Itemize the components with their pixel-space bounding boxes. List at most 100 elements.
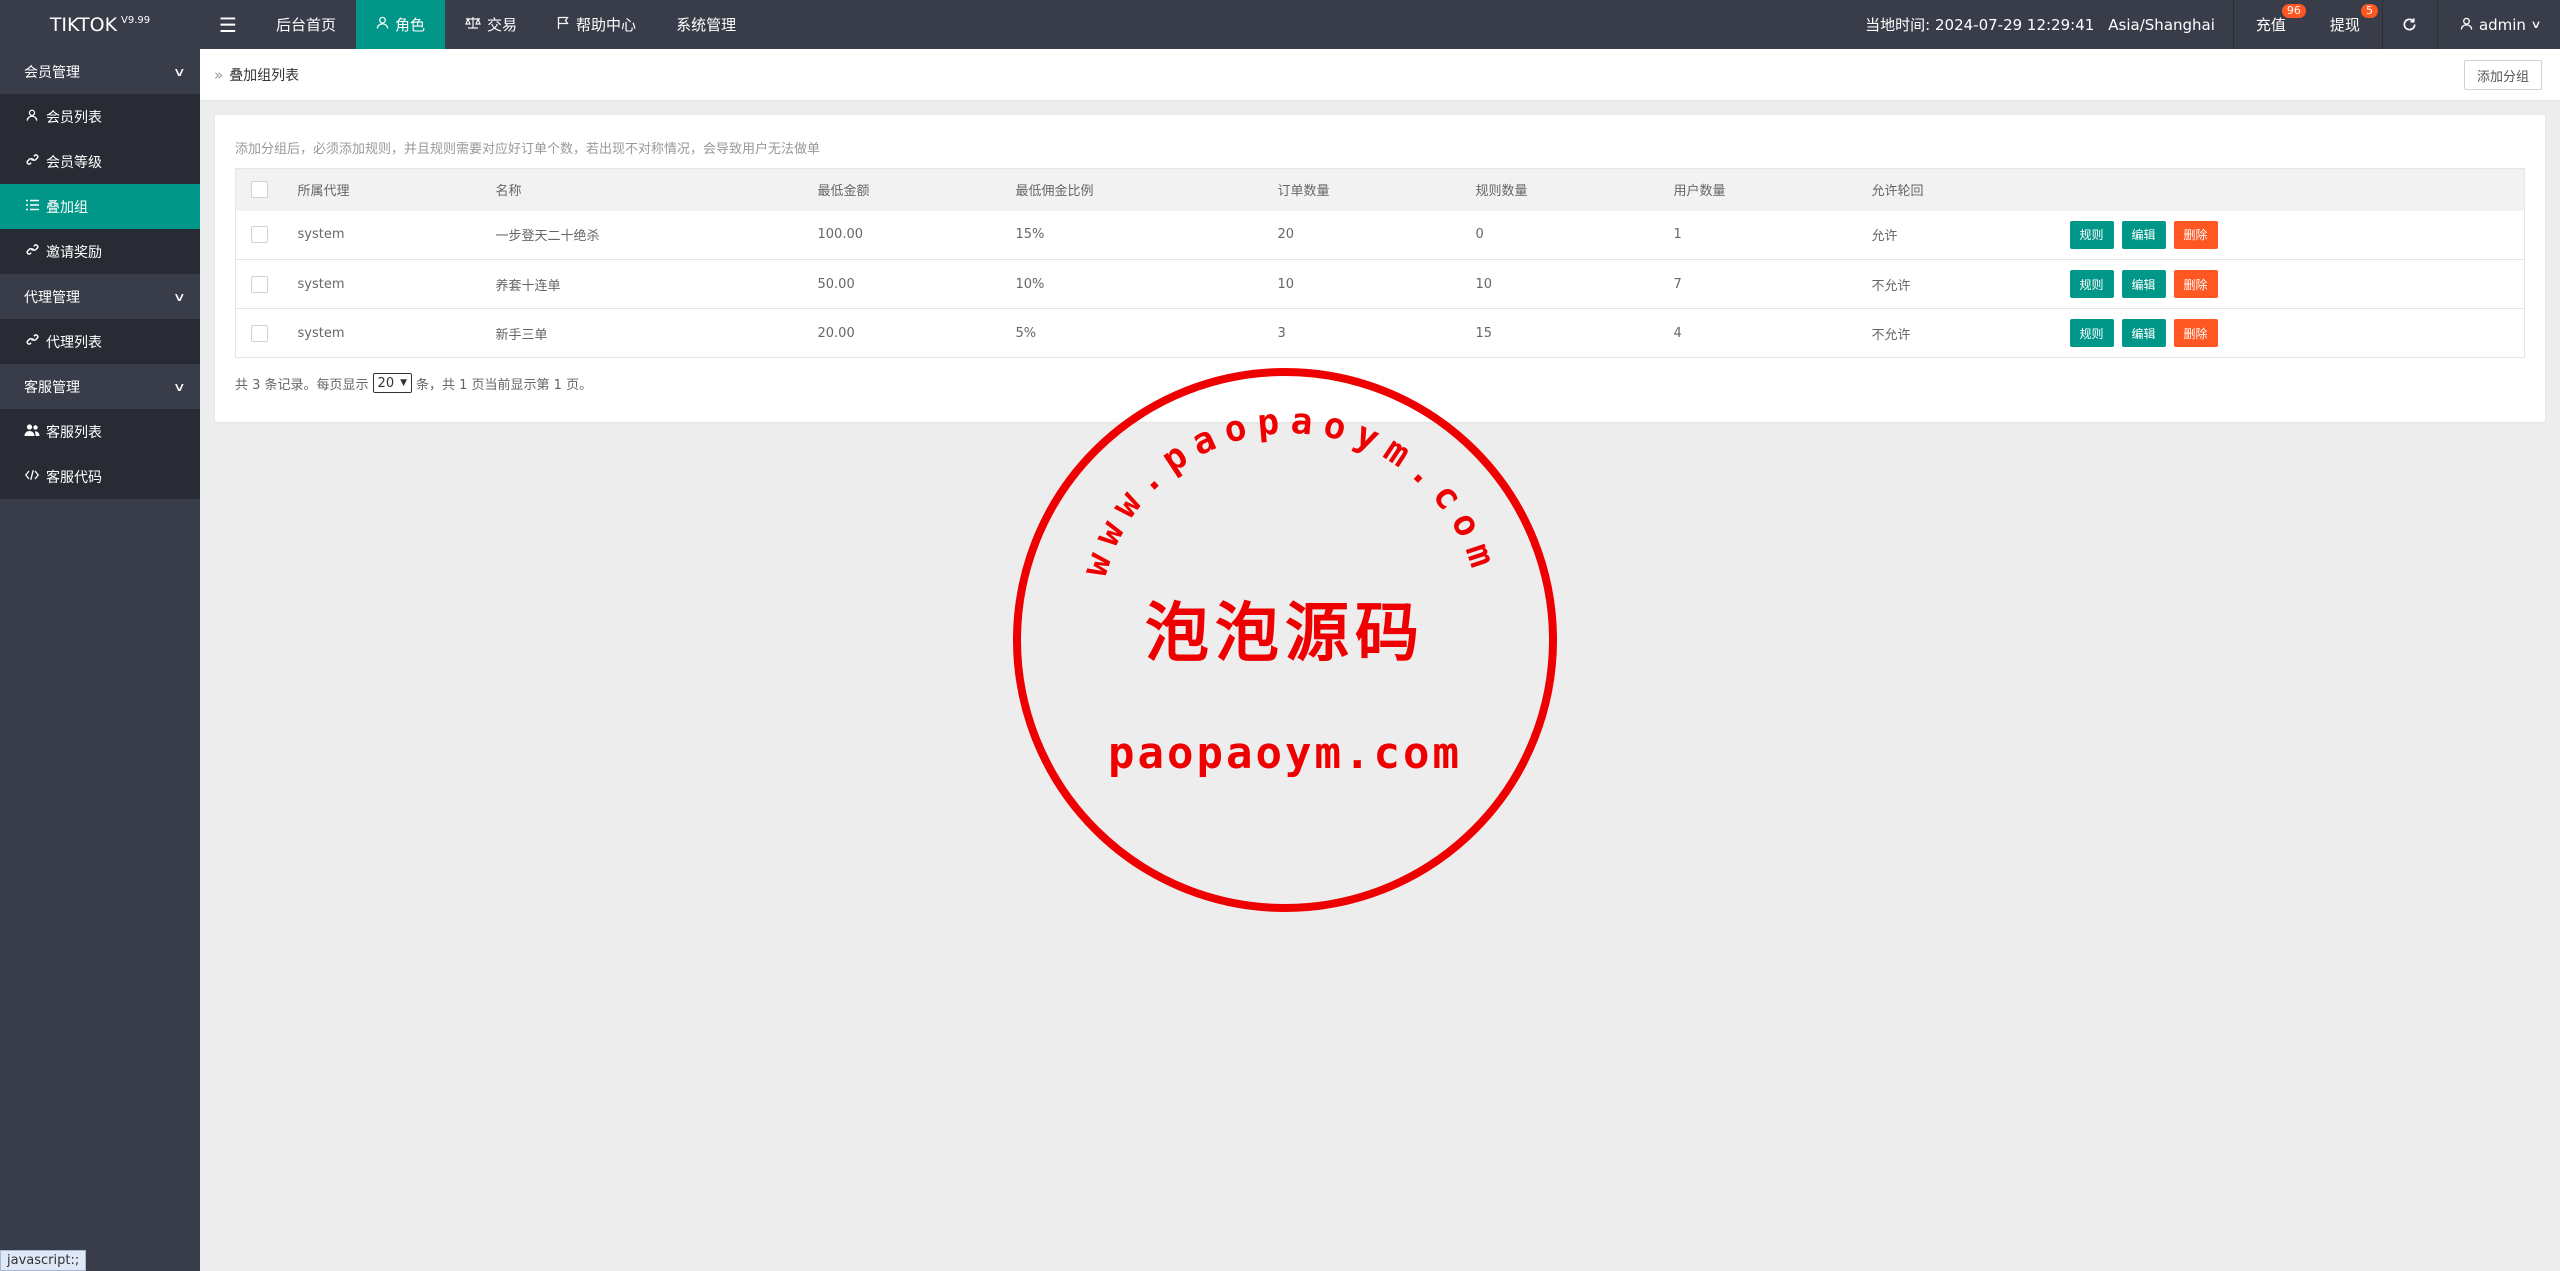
edit-button[interactable]: 编辑: [2121, 220, 2166, 249]
table-header-row: 所属代理 名称 最低金额 最低佣金比例 订单数量 规则数量 用户数量 允许轮回: [235, 168, 2525, 211]
edit-button[interactable]: 编辑: [2121, 319, 2166, 347]
nav-home[interactable]: 后台首页: [256, 0, 356, 49]
scale-icon: [465, 16, 481, 33]
delete-button[interactable]: 删除: [2173, 319, 2218, 347]
sidebar-item-invite-reward[interactable]: 邀请奖励: [0, 229, 200, 274]
top-nav: 后台首页 角色 交易 帮助中心 系统管理: [256, 0, 756, 49]
nav-system-label: 系统管理: [676, 16, 737, 34]
group-table: 所属代理 名称 最低金额 最低佣金比例 订单数量 规则数量 用户数量 允许轮回 …: [235, 168, 2525, 358]
nav-trade[interactable]: 交易: [445, 0, 537, 49]
row-checkbox[interactable]: [251, 226, 268, 244]
chevron-down-icon: ∨: [173, 64, 187, 79]
recharge-button[interactable]: 充值 96: [2234, 0, 2308, 49]
withdraw-button[interactable]: 提现 5: [2308, 0, 2382, 49]
sidebar-group-label: 客服管理: [24, 379, 80, 396]
page-size-value: 20: [377, 375, 395, 391]
cell-min-commission: 5%: [1015, 325, 1037, 341]
user-icon: [24, 109, 40, 125]
nav-system[interactable]: 系统管理: [656, 0, 756, 49]
withdraw-badge: 5: [2360, 4, 2378, 18]
warning-tip: 添加分组后，必须添加规则，并且规则需要对应好订单个数，若出现不对称情况，会导致用…: [235, 142, 821, 157]
sidebar-group-members[interactable]: 会员管理 ∨: [0, 49, 200, 94]
cell-order-count: 3: [1277, 325, 1286, 341]
select-all-checkbox[interactable]: [251, 181, 268, 199]
breadcrumb-bar: » 叠加组列表 添加分组: [200, 49, 2560, 101]
cell-agent: system: [297, 325, 345, 341]
col-user-count: 用户数量: [1673, 184, 1726, 200]
sidebar-item-member-list[interactable]: 会员列表: [0, 94, 200, 139]
sidebar-group-label: 代理管理: [24, 289, 80, 306]
withdraw-label: 提现: [2329, 16, 2360, 34]
link-icon: [24, 243, 40, 260]
cell-allow-cycle: 不允许: [1871, 278, 1911, 294]
sidebar-item-member-level[interactable]: 会员等级: [0, 139, 200, 184]
user-icon: [2460, 16, 2473, 34]
link-icon: [24, 333, 40, 350]
watermark-stamp: www.paopaoym.com 泡泡源码 paopaoym.com: [1013, 368, 1557, 912]
cell-name: 新手三单: [495, 327, 548, 343]
flag-icon: [557, 16, 570, 34]
cell-min-commission: 15%: [1015, 227, 1045, 243]
cell-order-count: 20: [1277, 227, 1295, 243]
clock: 当地时间: 2024-07-29 12:29:41 Asia/Shanghai: [1865, 14, 2233, 35]
rules-button[interactable]: 规则: [2069, 319, 2114, 347]
recharge-label: 充值: [2255, 16, 2286, 34]
recharge-badge: 96: [2281, 4, 2306, 18]
page-size-select[interactable]: 20 ▼: [372, 373, 413, 393]
chevron-down-icon: ∨: [173, 289, 187, 304]
nav-home-label: 后台首页: [276, 16, 337, 34]
col-min-amount: 最低金额: [817, 184, 870, 200]
col-order-count: 订单数量: [1277, 184, 1330, 200]
sidebar-item-label: 会员等级: [46, 154, 102, 171]
row-checkbox[interactable]: [251, 324, 268, 342]
col-agent: 所属代理: [297, 184, 350, 200]
chevron-down-icon: ∨: [173, 379, 187, 394]
sidebar-item-support-list[interactable]: 客服列表: [0, 409, 200, 454]
pager-prefix: 共 3 条记录。每页显示: [235, 377, 369, 393]
delete-button[interactable]: 删除: [2173, 270, 2218, 298]
sidebar-group-agents[interactable]: 代理管理 ∨: [0, 274, 200, 319]
sidebar-item-stack-group[interactable]: 叠加组: [0, 184, 200, 229]
sidebar-group-support[interactable]: 客服管理 ∨: [0, 364, 200, 409]
cell-name: 养套十连单: [495, 278, 561, 294]
nav-help[interactable]: 帮助中心: [537, 0, 656, 49]
cell-user-count: 1: [1673, 227, 1682, 243]
stamp-arc-text: www.paopaoym.com: [1074, 401, 1505, 582]
sidebar-item-support-code[interactable]: 客服代码: [0, 454, 200, 499]
edit-button[interactable]: 编辑: [2121, 270, 2166, 298]
select-all-cell: [236, 169, 288, 211]
sidebar-item-label: 客服代码: [46, 469, 102, 486]
col-rule-count: 规则数量: [1475, 184, 1528, 200]
row-checkbox[interactable]: [251, 275, 268, 293]
chevron-down-icon: ∨: [2530, 18, 2542, 31]
cell-user-count: 7: [1673, 276, 1682, 292]
rules-button[interactable]: 规则: [2069, 270, 2114, 298]
sidebar: 会员管理 ∨ 会员列表 会员等级 叠加组 邀请奖励 代理管理 ∨ 代理列表 客服…: [0, 49, 200, 1271]
timezone: Asia/Shanghai: [2108, 16, 2215, 34]
cell-actions: 规则 编辑 删除: [2060, 260, 2525, 309]
code-icon: [24, 469, 40, 485]
app-logo[interactable]: TIKTOK V9.99: [0, 0, 200, 49]
local-time: 当地时间: 2024-07-29 12:29:41: [1865, 16, 2095, 34]
nav-role[interactable]: 角色: [356, 0, 446, 49]
refresh-icon[interactable]: [2383, 0, 2437, 49]
nav-trade-label: 交易: [487, 16, 518, 34]
user-menu[interactable]: admin ∨: [2438, 0, 2560, 49]
cell-name: 一步登天二十绝杀: [495, 229, 600, 245]
delete-button[interactable]: 删除: [2173, 220, 2218, 249]
cell-allow-cycle: 不允许: [1871, 327, 1911, 343]
rules-button[interactable]: 规则: [2069, 220, 2114, 249]
table-row: system 一步登天二十绝杀 100.00 15% 20 0 1 允许 规则编…: [235, 211, 2525, 260]
col-name: 名称: [495, 184, 522, 200]
cell-rule-count: 15: [1475, 325, 1493, 341]
cell-min-amount: 100.00: [817, 227, 864, 243]
menu-toggle-icon[interactable]: ☰: [200, 0, 256, 49]
table-row: system 养套十连单 50.00 10% 10 10 7 不允许 规则 编辑删…: [235, 260, 2525, 309]
table-row: system 新手三单 20.00 5% 3 15 4 不允许 规则 编辑 删除: [235, 309, 2525, 358]
col-actions: [2060, 169, 2525, 211]
add-group-button[interactable]: 添加分组: [2463, 60, 2542, 90]
nav-role-label: 角色: [395, 16, 426, 34]
link-icon: [24, 153, 40, 170]
list-icon: [24, 199, 40, 215]
sidebar-item-agent-list[interactable]: 代理列表: [0, 319, 200, 364]
